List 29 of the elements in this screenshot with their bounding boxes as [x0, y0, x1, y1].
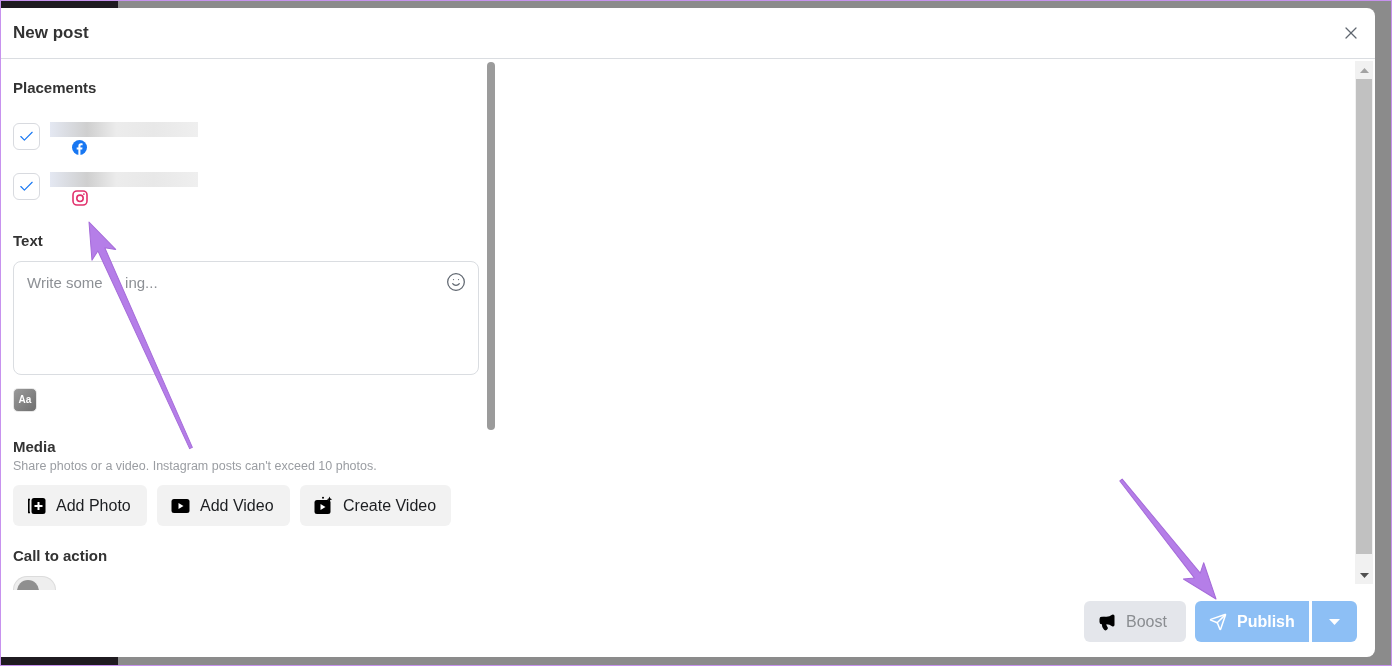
emoji-icon — [446, 272, 466, 292]
create-video-sparkle-icon — [314, 496, 333, 515]
media-button[interactable]: Create Video — [300, 485, 451, 526]
section-heading: Call to action — [13, 547, 109, 564]
video-play-icon — [171, 497, 190, 514]
scrollbar-track[interactable] — [1355, 61, 1373, 584]
instagram-logo-icon — [72, 190, 88, 206]
scroll-down-icon[interactable] — [1359, 572, 1369, 578]
dialog-title: New post — [13, 22, 89, 45]
add-photo-icon — [27, 496, 46, 515]
media-button[interactable]: Add Photo — [13, 485, 147, 526]
toggle-switch[interactable] — [13, 576, 56, 590]
account-checkbox[interactable] — [13, 173, 40, 200]
text-format-button[interactable]: Aa — [13, 388, 37, 412]
caret-down-icon — [1329, 618, 1340, 625]
account-checkbox[interactable] — [13, 123, 40, 150]
emoji-button[interactable] — [446, 272, 466, 292]
paper-plane-icon — [1209, 612, 1227, 631]
section-heading: Media — [13, 438, 57, 455]
facebook-logo-icon — [72, 140, 87, 155]
section-heading: Placements — [13, 79, 98, 97]
scrollbar-thumb[interactable] — [487, 62, 495, 430]
section-heading: Text — [13, 232, 44, 249]
media-note: Share photos or a video. Instagram posts can't exceed 10 photos. — [13, 459, 378, 474]
scrollbar-thumb[interactable] — [1356, 79, 1372, 554]
post-text-field[interactable]: Write some ing... — [13, 261, 479, 376]
scroll-up-icon[interactable] — [1359, 67, 1369, 73]
megaphone-icon — [1098, 612, 1116, 631]
media-button[interactable]: Add Video — [157, 485, 290, 526]
